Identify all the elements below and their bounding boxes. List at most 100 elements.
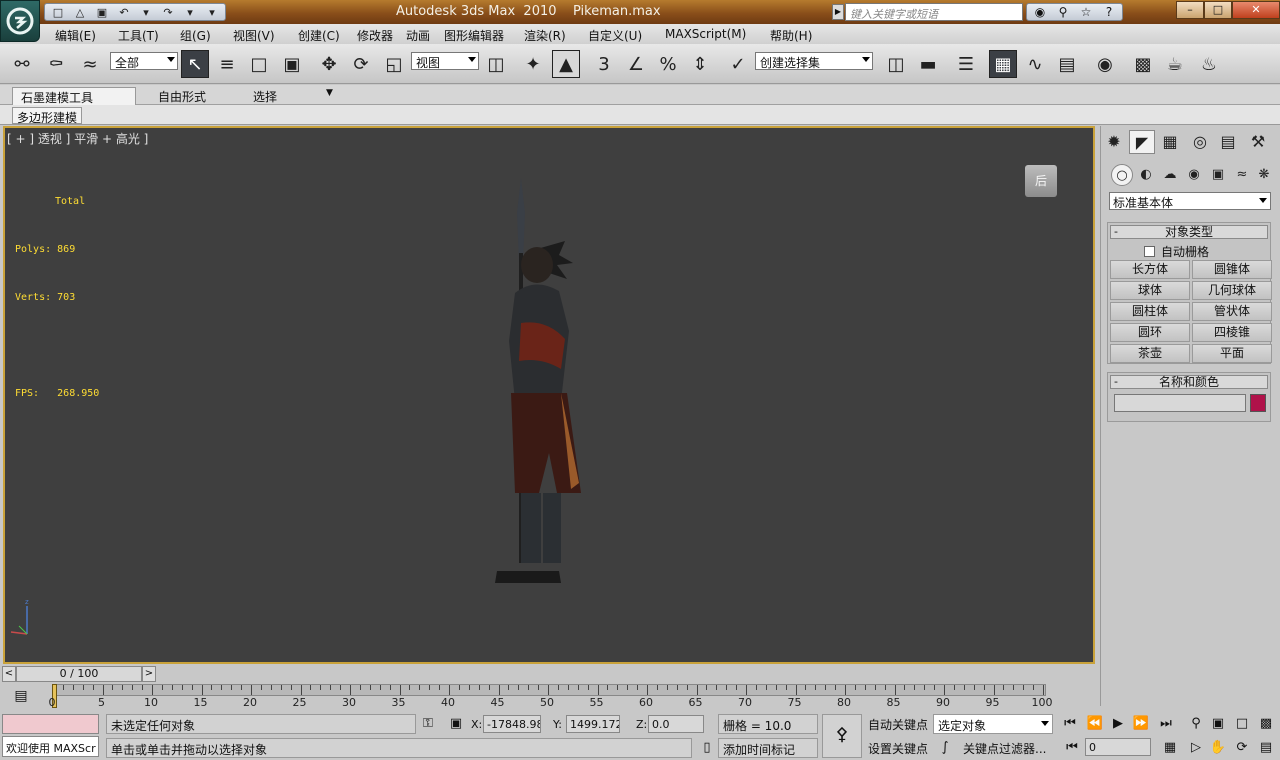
spinner-snap-icon[interactable]: ⇕ bbox=[686, 50, 714, 78]
layer-manager-icon[interactable]: ☰ bbox=[952, 50, 980, 78]
next-frame-arrow[interactable]: > bbox=[142, 666, 156, 682]
snaps-toggle-icon[interactable]: 3 bbox=[590, 50, 618, 78]
undo-dropdown-icon[interactable]: ▾ bbox=[137, 4, 155, 20]
named-selection-dropdown[interactable]: 创建选择集 bbox=[755, 52, 873, 70]
window-crossing-icon[interactable]: ▣ bbox=[278, 50, 306, 78]
redo-dropdown-icon[interactable]: ▾ bbox=[181, 4, 199, 20]
key-mode-toggle-icon[interactable]: ⏮ bbox=[1062, 738, 1082, 758]
time-tag-icon[interactable]: ▯ bbox=[697, 738, 717, 758]
go-to-end-icon[interactable]: ⏭ bbox=[1156, 714, 1176, 734]
pyramid-button[interactable]: 四棱锥 bbox=[1192, 323, 1272, 342]
field-of-view-icon[interactable]: ▷ bbox=[1186, 738, 1206, 758]
binoculars-icon[interactable]: ◉ bbox=[1030, 4, 1050, 20]
viewcube[interactable]: 后 bbox=[1025, 165, 1057, 197]
material-editor-icon[interactable]: ◉ bbox=[1091, 50, 1119, 78]
zoom-all-icon[interactable]: ▣ bbox=[1208, 714, 1228, 734]
select-object-icon[interactable]: ↖ bbox=[181, 50, 209, 78]
pivot-point-center-icon[interactable]: ◫ bbox=[482, 50, 510, 78]
absolute-transform-icon[interactable]: ▣ bbox=[446, 714, 466, 734]
name-and-color-header[interactable]: - 名称和颜色 bbox=[1110, 375, 1268, 389]
create-tab-icon[interactable]: ✹ bbox=[1101, 130, 1127, 154]
shapes-icon[interactable]: ◐ bbox=[1135, 164, 1157, 186]
render-production-icon[interactable]: ♨ bbox=[1195, 50, 1223, 78]
tab-freeform[interactable]: 自由形式 bbox=[150, 87, 214, 105]
z-coordinate-field[interactable]: 0.0 bbox=[648, 715, 704, 733]
teapot-button[interactable]: 茶壶 bbox=[1110, 344, 1190, 363]
maxscript-listener-input[interactable] bbox=[2, 714, 99, 734]
plane-button[interactable]: 平面 bbox=[1192, 344, 1272, 363]
tab-graphite-modeling[interactable]: 石墨建模工具 bbox=[12, 87, 136, 105]
key-icon[interactable]: ⚲ bbox=[1053, 4, 1073, 20]
geometry-icon[interactable]: ○ bbox=[1111, 164, 1133, 186]
select-and-link-icon[interactable]: ⚯ bbox=[8, 50, 36, 78]
object-color-swatch[interactable] bbox=[1250, 394, 1266, 412]
select-by-name-icon[interactable]: ≡ bbox=[213, 50, 241, 78]
default-tangents-icon[interactable]: ∫ bbox=[935, 738, 955, 758]
modify-tab-icon[interactable]: ◤ bbox=[1129, 130, 1155, 154]
menu-graph-editors[interactable]: 图形编辑器 bbox=[444, 24, 504, 44]
search-input[interactable]: 键入关键字或短语 bbox=[845, 3, 1023, 21]
time-configuration-icon[interactable]: ▦ bbox=[1160, 738, 1180, 758]
next-key-icon[interactable]: ⏩ bbox=[1131, 714, 1151, 734]
restore-button[interactable]: □ bbox=[1204, 1, 1232, 19]
object-name-input[interactable] bbox=[1114, 394, 1246, 412]
space-warps-icon[interactable]: ≈ bbox=[1231, 164, 1253, 186]
geosphere-button[interactable]: 几何球体 bbox=[1192, 281, 1272, 300]
select-and-move-icon[interactable]: ✥ bbox=[315, 50, 343, 78]
previous-frame-arrow[interactable]: < bbox=[2, 666, 16, 682]
favorites-icon[interactable]: ☆ bbox=[1076, 4, 1096, 20]
key-selection-dropdown[interactable]: 选定对象 bbox=[933, 714, 1053, 734]
menu-group[interactable]: 组(G) bbox=[180, 24, 211, 44]
object-type-header[interactable]: - 对象类型 bbox=[1110, 225, 1268, 239]
systems-icon[interactable]: ❋ bbox=[1253, 164, 1275, 186]
autogrid-check[interactable] bbox=[1144, 246, 1155, 257]
go-to-start-icon[interactable]: ⏮ bbox=[1060, 714, 1080, 734]
angle-snap-icon[interactable]: ∠ bbox=[622, 50, 650, 78]
ribbon-options-icon[interactable]: ▼ bbox=[318, 87, 341, 105]
utilities-tab-icon[interactable]: ⚒ bbox=[1245, 130, 1271, 154]
maximize-viewport-icon[interactable]: ▤ bbox=[1256, 738, 1276, 758]
curve-editor-icon[interactable]: ∿ bbox=[1021, 50, 1049, 78]
selection-filter-dropdown[interactable]: 全部 bbox=[110, 52, 178, 70]
select-and-scale-icon[interactable]: ◱ bbox=[380, 50, 408, 78]
save-file-icon[interactable]: ▣ bbox=[93, 4, 111, 20]
motion-tab-icon[interactable]: ◎ bbox=[1187, 130, 1213, 154]
autogrid-checkbox[interactable]: 自动栅格 bbox=[1144, 243, 1209, 260]
render-setup-icon[interactable]: ▩ bbox=[1129, 50, 1157, 78]
rectangular-selection-icon[interactable]: □ bbox=[245, 50, 273, 78]
bind-to-space-warp-icon[interactable]: ≈ bbox=[76, 50, 104, 78]
mirror-icon[interactable]: ◫ bbox=[882, 50, 910, 78]
add-time-tag[interactable]: 添加时间标记 bbox=[718, 738, 818, 758]
menu-modifiers[interactable]: 修改器 bbox=[357, 24, 393, 44]
align-icon[interactable]: ▬ bbox=[914, 50, 942, 78]
undo-icon[interactable]: ↶ bbox=[115, 4, 133, 20]
redo-icon[interactable]: ↷ bbox=[159, 4, 177, 20]
y-coordinate-field[interactable]: 1499.172 bbox=[566, 715, 620, 733]
torus-button[interactable]: 圆环 bbox=[1110, 323, 1190, 342]
track-bar-ruler[interactable] bbox=[52, 684, 1046, 696]
search-expand-icon[interactable]: ▶ bbox=[832, 4, 844, 20]
menu-animation[interactable]: 动画 bbox=[406, 24, 430, 44]
reference-coordinate-dropdown[interactable]: 视图 bbox=[411, 52, 479, 70]
keyboard-shortcut-override-icon[interactable]: ▲ bbox=[552, 50, 580, 78]
cameras-icon[interactable]: ◉ bbox=[1183, 164, 1205, 186]
customize-qat-icon[interactable]: ▾ bbox=[203, 4, 221, 20]
selection-lock-icon[interactable]: ⚿ bbox=[418, 714, 438, 734]
perspective-viewport[interactable]: [ + ] 透视 ] 平滑 + 高光 ] Total Polys: 869 Ve… bbox=[3, 126, 1095, 664]
menu-rendering[interactable]: 渲染(R) bbox=[524, 24, 566, 44]
tube-button[interactable]: 管状体 bbox=[1192, 302, 1272, 321]
primitive-type-dropdown[interactable]: 标准基本体 bbox=[1109, 192, 1271, 210]
key-filters-button[interactable]: 关键点过滤器... bbox=[960, 738, 1049, 758]
viewport-label[interactable]: [ + ] 透视 ] 平滑 + 高光 ] bbox=[7, 130, 148, 147]
current-frame-field[interactable]: 0 bbox=[1085, 738, 1151, 756]
zoom-extents-icon[interactable]: □ bbox=[1232, 714, 1252, 734]
rendered-frame-window-icon[interactable]: ☕ bbox=[1161, 50, 1189, 78]
graphite-modeling-toggle-icon[interactable]: ▦ bbox=[989, 50, 1017, 78]
application-button[interactable] bbox=[0, 0, 40, 42]
pan-view-icon[interactable]: ✋ bbox=[1208, 738, 1228, 758]
close-button[interactable]: ✕ bbox=[1232, 1, 1280, 19]
menu-views[interactable]: 视图(V) bbox=[233, 24, 275, 44]
zoom-extents-all-icon[interactable]: ▩ bbox=[1256, 714, 1276, 734]
help-icon[interactable]: ? bbox=[1099, 4, 1119, 20]
menu-tools[interactable]: 工具(T) bbox=[118, 24, 159, 44]
